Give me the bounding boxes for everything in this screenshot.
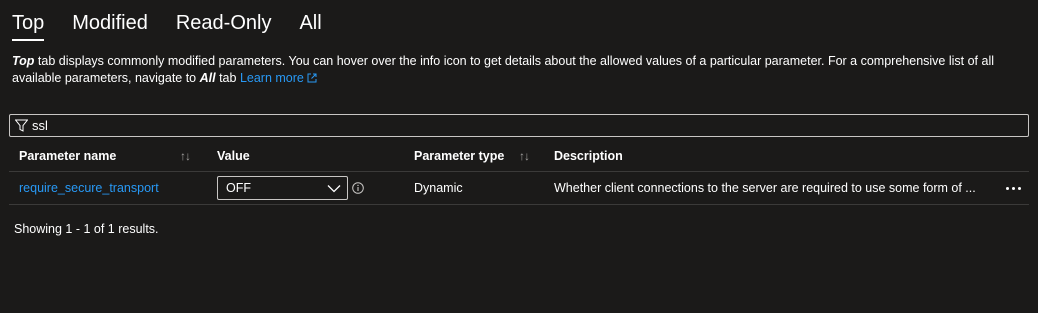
parameter-type-value: Dynamic	[414, 181, 463, 195]
header-value: Value	[217, 149, 250, 163]
tab-description: Top tab displays commonly modified param…	[12, 53, 1022, 87]
header-parameter-name[interactable]: Parameter name	[19, 141, 116, 171]
sort-icon[interactable]: ↑↓	[180, 149, 191, 163]
learn-more-link[interactable]: Learn more	[240, 71, 317, 85]
parameter-name-link[interactable]: require_secure_transport	[19, 172, 159, 204]
filter-icon	[15, 119, 28, 132]
more-icon[interactable]	[1006, 172, 1021, 204]
desc-text-2: tab	[215, 71, 240, 85]
tab-top[interactable]: Top	[12, 10, 45, 41]
sort-icon[interactable]: ↑↓	[519, 149, 530, 163]
results-count: Showing 1 - 1 of 1 results.	[14, 222, 159, 236]
value-dropdown[interactable]: OFF	[217, 176, 348, 200]
table-header: Parameter name ↑↓ Value Parameter type ↑…	[9, 141, 1029, 172]
external-link-icon	[307, 73, 317, 83]
parameters-table: Parameter name ↑↓ Value Parameter type ↑…	[9, 141, 1029, 205]
info-icon[interactable]	[352, 182, 364, 194]
value-dropdown-label: OFF	[226, 181, 251, 195]
tab-modified[interactable]: Modified	[72, 10, 148, 39]
filter-input[interactable]	[32, 115, 1028, 136]
filter-box	[9, 114, 1029, 137]
table-row: require_secure_transport OFF Dynamic Whe…	[9, 172, 1029, 205]
header-description: Description	[554, 149, 623, 163]
desc-text-1: tab displays commonly modified parameter…	[12, 54, 994, 85]
tab-read-only[interactable]: Read-Only	[176, 10, 272, 39]
tab-all[interactable]: All	[299, 10, 321, 39]
desc-top-word: Top	[12, 54, 35, 68]
parameter-description: Whether client connections to the server…	[554, 181, 976, 195]
chevron-down-icon	[327, 185, 341, 193]
learn-more-label: Learn more	[239, 71, 304, 85]
parameter-tabs: Top Modified Read-Only All	[12, 10, 350, 42]
desc-all-word: All	[199, 71, 216, 85]
header-parameter-type[interactable]: Parameter type	[414, 141, 504, 171]
